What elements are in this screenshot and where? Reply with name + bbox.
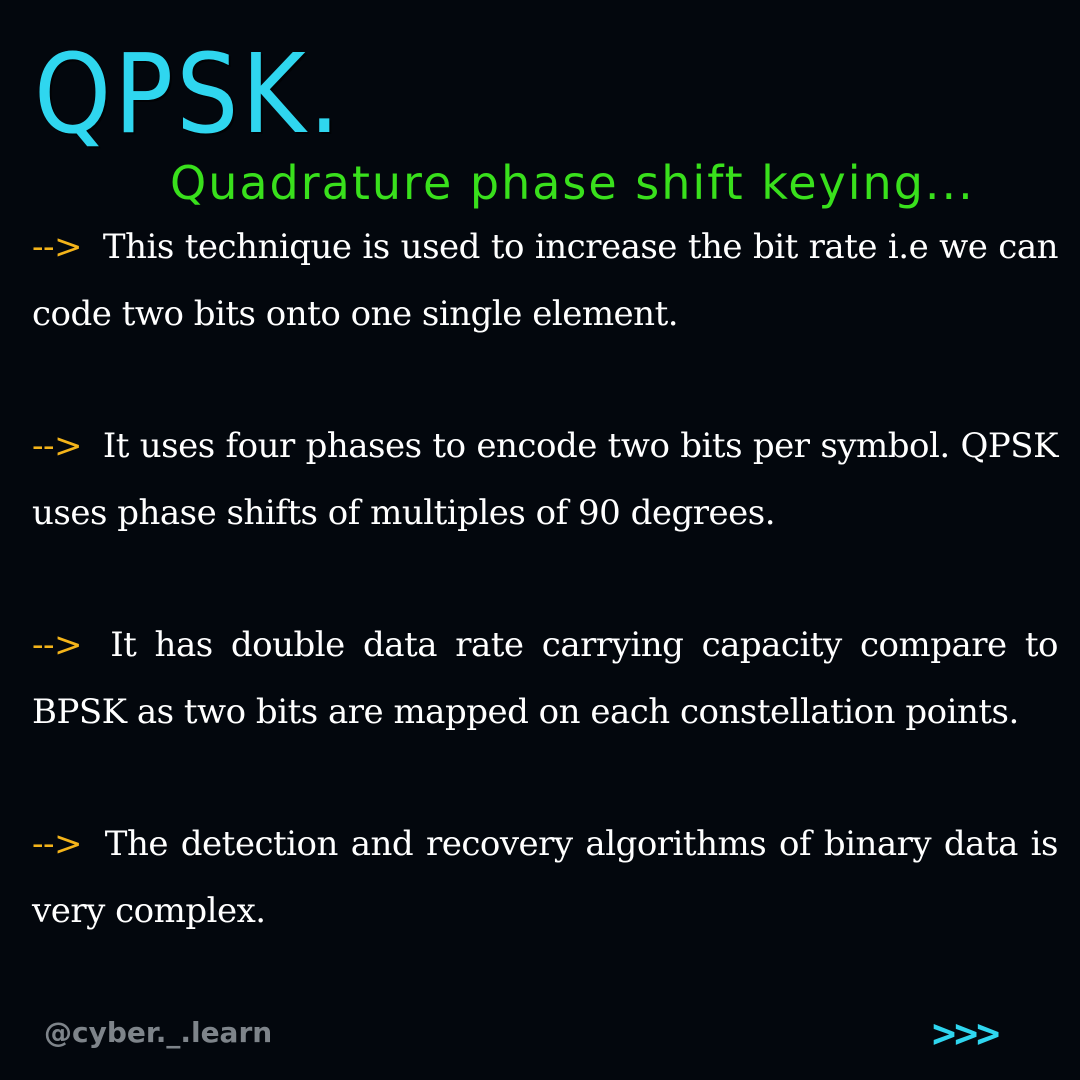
arrow-marker: --> [32,227,82,267]
bullet-text: This technique is used to increase the b… [32,227,1059,334]
page-title: QPSK. [34,31,343,159]
bullet-point-3: --> It has double data rate carrying cap… [32,612,1059,746]
bullet-text: It uses four phases to encode two bits p… [32,426,1059,533]
bullet-point-2: --> It uses four phases to encode two bi… [32,413,1059,547]
author-handle: @cyber._.learn [44,1016,273,1049]
arrow-marker: --> [32,824,82,864]
bullet-point-4: --> The detection and recovery algorithm… [32,811,1059,945]
next-slide-indicator[interactable]: >>> [932,1014,1000,1054]
page-subtitle: Quadrature phase shift keying... [170,156,975,210]
slide: QPSK. Quadrature phase shift keying... -… [0,0,1080,1080]
bullet-point-1: --> This technique is used to increase t… [32,214,1059,348]
bullet-list: --> This technique is used to increase t… [32,214,1059,945]
arrow-marker: --> [32,625,82,665]
bullet-text: The detection and recovery algorithms of… [32,824,1059,931]
arrow-marker: --> [32,426,82,466]
bullet-text: It has double data rate carrying capacit… [32,625,1059,732]
